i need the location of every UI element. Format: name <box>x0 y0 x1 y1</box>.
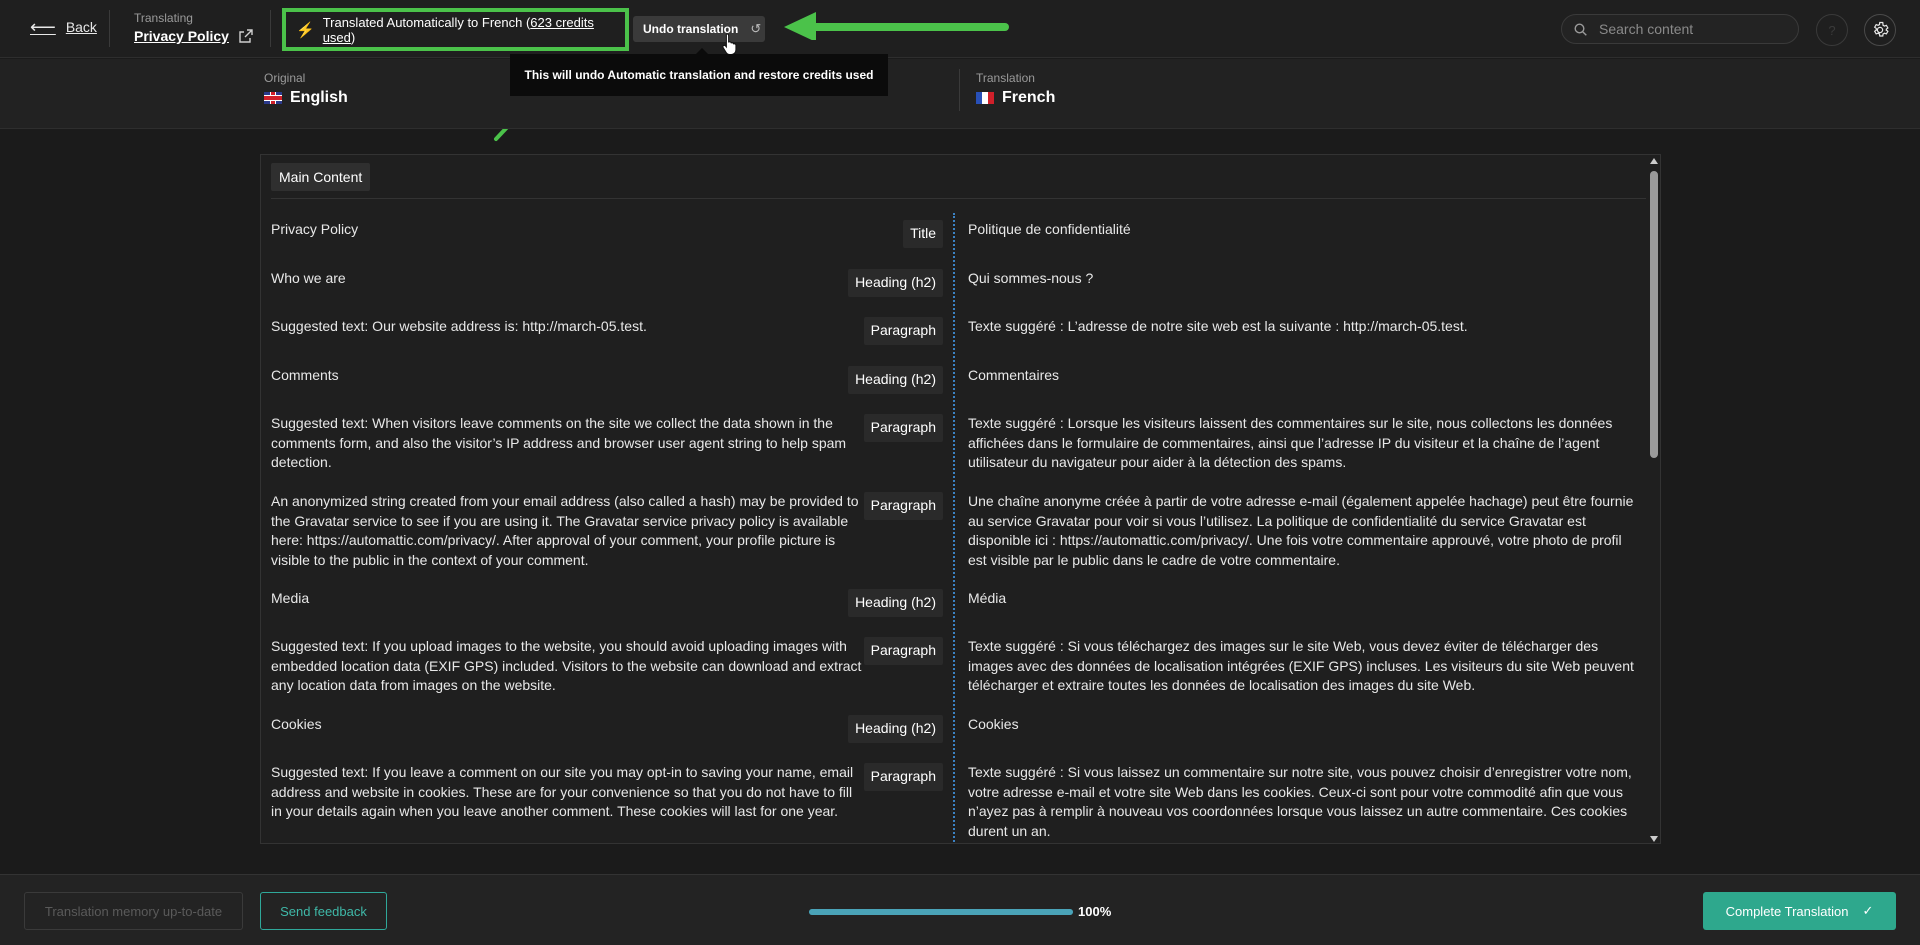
translation-language: Translation French <box>976 71 1055 107</box>
help-icon[interactable]: ? <box>1816 14 1848 46</box>
original-text: Cookies <box>271 716 322 732</box>
complete-label: Complete Translation <box>1725 903 1849 919</box>
undo-translation-button[interactable]: Undo translation ↺ <box>633 16 765 42</box>
scrollbar-thumb[interactable] <box>1650 171 1658 458</box>
translated-text[interactable]: Texte suggéré : Lorsque les visiteurs la… <box>968 414 1636 473</box>
translation-memory-button[interactable]: Translation memory up-to-date <box>24 892 243 930</box>
send-feedback-button[interactable]: Send feedback <box>260 892 387 930</box>
original-language-name-row: English <box>264 89 348 107</box>
original-text: Media <box>271 590 310 606</box>
auto-status-text: Translated Automatically to French (623 … <box>322 14 594 45</box>
divider <box>959 69 960 111</box>
block-type-tag: Paragraph <box>863 637 943 665</box>
divider <box>271 198 1646 199</box>
original-text: Privacy Policy <box>271 221 359 237</box>
translated-text[interactable]: Qui sommes-nous ? <box>968 269 1636 289</box>
translated-text[interactable]: Commentaires <box>968 366 1636 386</box>
original-text: Comments <box>271 367 339 383</box>
vertical-scrollbar[interactable] <box>1647 155 1660 843</box>
search-input[interactable]: Search content <box>1561 14 1799 44</box>
annotation-arrow-icon <box>784 12 1009 40</box>
translation-language-name-row: French <box>976 89 1055 107</box>
original-label: Original <box>264 71 306 85</box>
original-text: An anonymized string created from your e… <box>271 493 859 568</box>
complete-translation-button[interactable]: Complete Translation ✓ <box>1703 892 1896 930</box>
section-label: Main Content <box>271 163 371 191</box>
translated-text[interactable]: Une chaîne anonyme créée à partir de vot… <box>968 492 1636 570</box>
original-text: Suggested text: Our website address is: … <box>271 318 647 334</box>
scroll-down-icon[interactable] <box>1650 836 1658 842</box>
document-title: Privacy Policy <box>134 28 229 44</box>
progress-fill <box>809 909 1073 915</box>
language-bar: Original English Translation French <box>0 59 1920 129</box>
block-type-tag: Heading (h2) <box>848 589 943 617</box>
column-divider <box>953 213 955 843</box>
scroll-up-icon[interactable] <box>1650 158 1658 164</box>
uk-flag-icon <box>264 92 282 104</box>
original-text: Suggested text: When visitors leave comm… <box>271 415 847 470</box>
translating-info: Translating Privacy Policy <box>134 11 253 44</box>
arrow-left-icon: ⟵ <box>30 17 56 37</box>
translated-text[interactable]: Texte suggéré : L’adresse de notre site … <box>968 317 1636 337</box>
translated-text[interactable]: Politique de confidentialité <box>968 220 1636 240</box>
original-language: Original English <box>264 71 348 107</box>
block-type-tag: Heading (h2) <box>848 366 943 394</box>
original-text: Suggested text: If you upload images to … <box>271 638 862 693</box>
divider <box>270 10 271 47</box>
document-title-link[interactable]: Privacy Policy <box>134 28 253 44</box>
block-type-tag: Heading (h2) <box>848 269 943 297</box>
progress-percent: 100% <box>1078 904 1112 919</box>
block-type-tag: Paragraph <box>863 492 943 520</box>
external-link-icon <box>239 29 253 43</box>
translation-label: Translation <box>976 71 1035 85</box>
auto-translation-status: ⚡ Translated Automatically to French (62… <box>282 8 629 51</box>
search-placeholder: Search content <box>1599 21 1694 37</box>
settings-button[interactable] <box>1864 14 1896 46</box>
translating-label: Translating <box>134 11 193 25</box>
checkmark-icon: ✓ <box>1862 903 1874 918</box>
france-flag-icon <box>976 92 994 104</box>
gear-icon <box>1873 21 1889 37</box>
block-type-tag: Paragraph <box>863 763 943 791</box>
original-language-name: English <box>290 89 348 106</box>
divider <box>109 10 110 47</box>
block-type-tag: Title <box>903 220 943 248</box>
translated-text[interactable]: Média <box>968 589 1636 609</box>
progress-bar <box>809 909 1073 915</box>
original-text: Suggested text: If you leave a comment o… <box>271 764 854 819</box>
translated-text[interactable]: Cookies <box>968 715 1636 735</box>
mouse-cursor-icon <box>722 33 737 55</box>
original-text: Who we are <box>271 270 346 286</box>
bottom-bar: Translation memory up-to-date Send feedb… <box>0 874 1920 945</box>
block-type-tag: Paragraph <box>863 414 943 442</box>
translation-panel: Main Content Privacy Policy Title Politi… <box>260 154 1661 844</box>
back-link[interactable]: ⟵ Back <box>30 17 97 37</box>
translation-language-name: French <box>1002 89 1056 106</box>
undo-tooltip: This will undo Automatic translation and… <box>510 48 888 96</box>
undo-icon: ↺ <box>750 21 762 36</box>
block-type-tag: Paragraph <box>863 317 943 345</box>
translated-text[interactable]: Texte suggéré : Si vous laissez un comme… <box>968 763 1636 841</box>
back-label: Back <box>65 19 97 35</box>
translated-text[interactable]: Texte suggéré : Si vous téléchargez des … <box>968 637 1636 696</box>
block-type-tag: Heading (h2) <box>848 715 943 743</box>
lightning-icon: ⚡ <box>296 21 315 39</box>
search-icon <box>1574 22 1587 36</box>
